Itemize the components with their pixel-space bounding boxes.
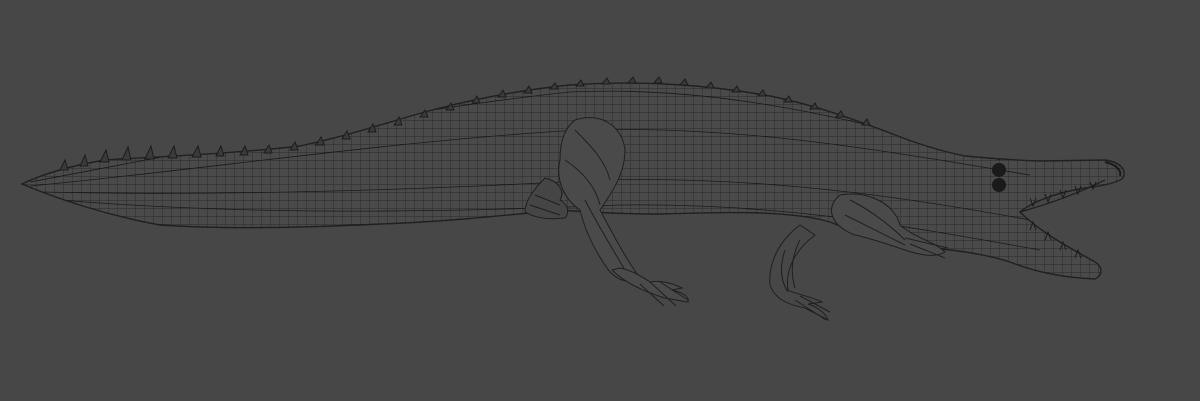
hind-leg-far — [769, 224, 831, 322]
eye-icon — [992, 163, 1006, 177]
crocodile-wireframe-icon — [21, 76, 1125, 322]
3d-viewport[interactable] — [0, 0, 1200, 401]
